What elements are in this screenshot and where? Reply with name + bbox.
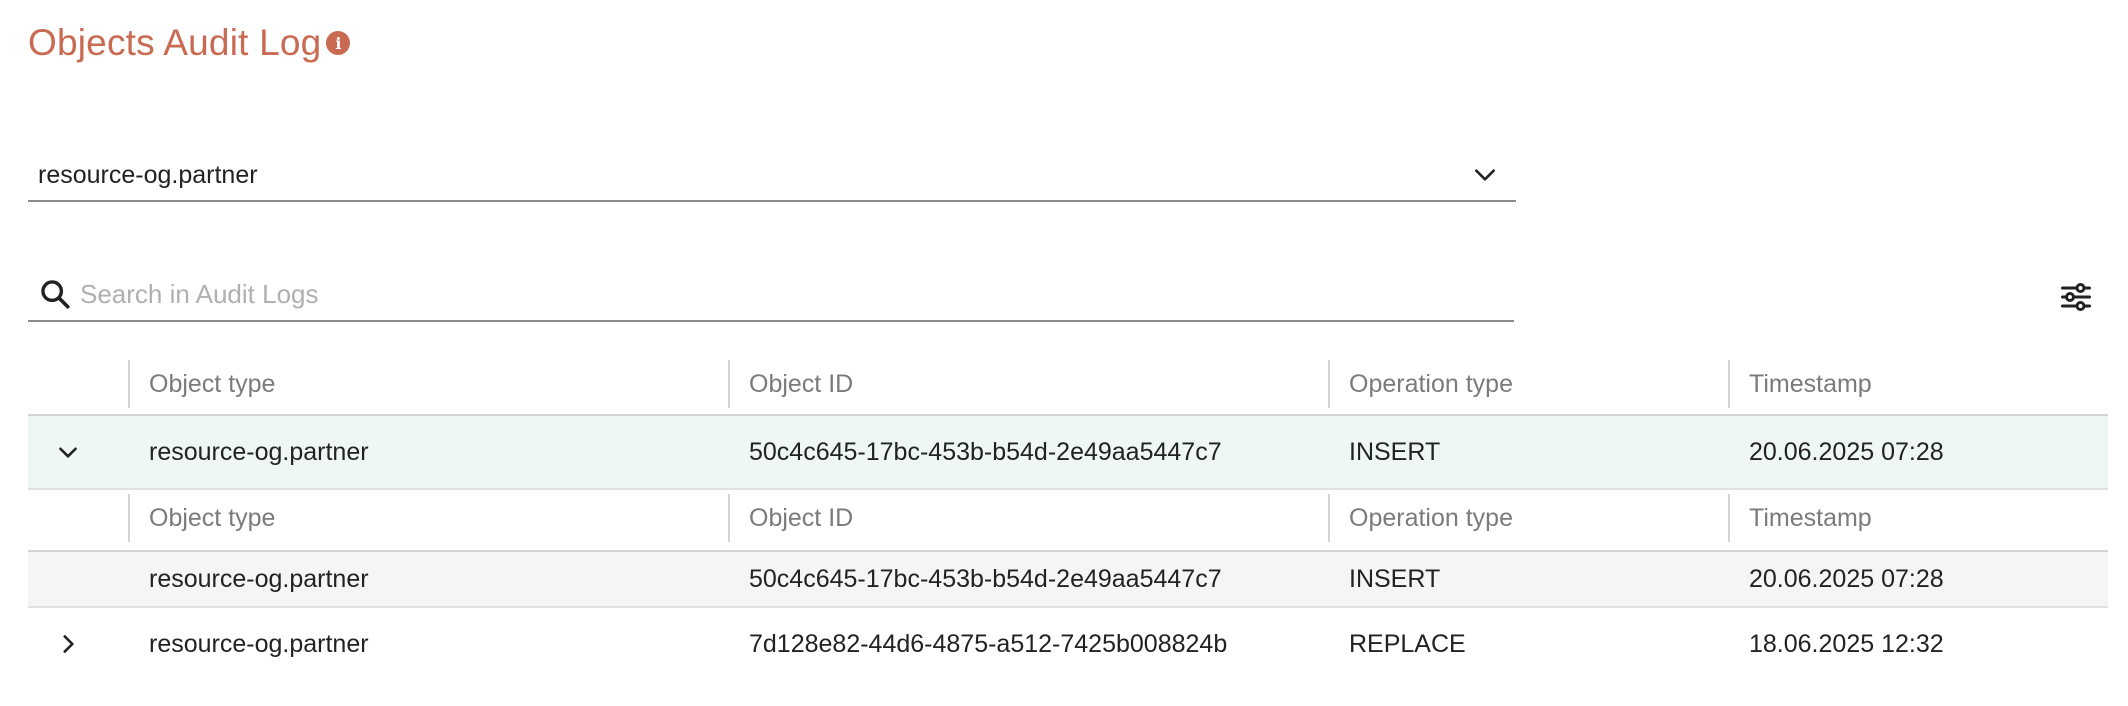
detail-cell-timestamp: 20.06.2025 07:28 [1749,564,1944,593]
cell-object-id: 7d128e82-44d6-4875-a512-7425b008824b [749,629,1228,658]
column-header-object-type[interactable]: Object type [128,360,728,408]
page-title: Objects Audit Log [28,22,322,63]
cell-operation-type: REPLACE [1349,629,1466,658]
chevron-down-icon [59,447,77,458]
cell-timestamp: 18.06.2025 12:32 [1749,629,1944,658]
table-header: Object type Object ID Operation type Tim… [28,356,2108,416]
column-header-timestamp[interactable]: Timestamp [1728,360,2108,408]
audit-log-table: Object type Object ID Operation type Tim… [28,356,2108,680]
object-type-select-value: resource-og.partner [38,160,258,189]
table-row[interactable]: resource-og.partner 7d128e82-44d6-4875-a… [28,608,2108,680]
detail-table-header: Object type Object ID Operation type Tim… [28,490,2108,552]
column-header-operation-type[interactable]: Operation type [1328,360,1728,408]
page-header: Objects Audit Log i [28,22,351,64]
sliders-icon[interactable] [2058,279,2094,315]
cell-object-type: resource-og.partner [149,437,369,466]
info-icon[interactable]: i [326,31,351,55]
chevron-right-icon [63,635,74,653]
detail-row: resource-og.partner 50c4c645-17bc-453b-b… [28,552,2108,608]
column-header-object-id[interactable]: Object ID [728,360,1328,408]
cell-operation-type: INSERT [1349,437,1441,466]
detail-cell-object-type: resource-og.partner [149,564,369,593]
detail-cell-object-id: 50c4c645-17bc-453b-b54d-2e49aa5447c7 [749,564,1222,593]
cell-timestamp: 20.06.2025 07:28 [1749,437,1944,466]
expand-row-button[interactable] [50,626,86,662]
table-row[interactable]: resource-og.partner 50c4c645-17bc-453b-b… [28,416,2108,490]
collapse-row-button[interactable] [50,434,86,470]
search-icon [41,280,70,309]
object-type-select[interactable]: resource-og.partner [28,150,1516,202]
detail-column-header-timestamp: Timestamp [1728,494,2108,542]
detail-column-header-object-type: Object type [128,494,728,542]
detail-column-header-operation-type: Operation type [1328,494,1728,542]
search-bar [28,268,1514,322]
detail-cell-operation-type: INSERT [1349,564,1441,593]
detail-column-header-object-id: Object ID [728,494,1328,542]
cell-object-id: 50c4c645-17bc-453b-b54d-2e49aa5447c7 [749,437,1222,466]
cell-object-type: resource-og.partner [149,629,369,658]
search-input[interactable] [80,278,1380,310]
chevron-down-icon [1475,169,1495,181]
